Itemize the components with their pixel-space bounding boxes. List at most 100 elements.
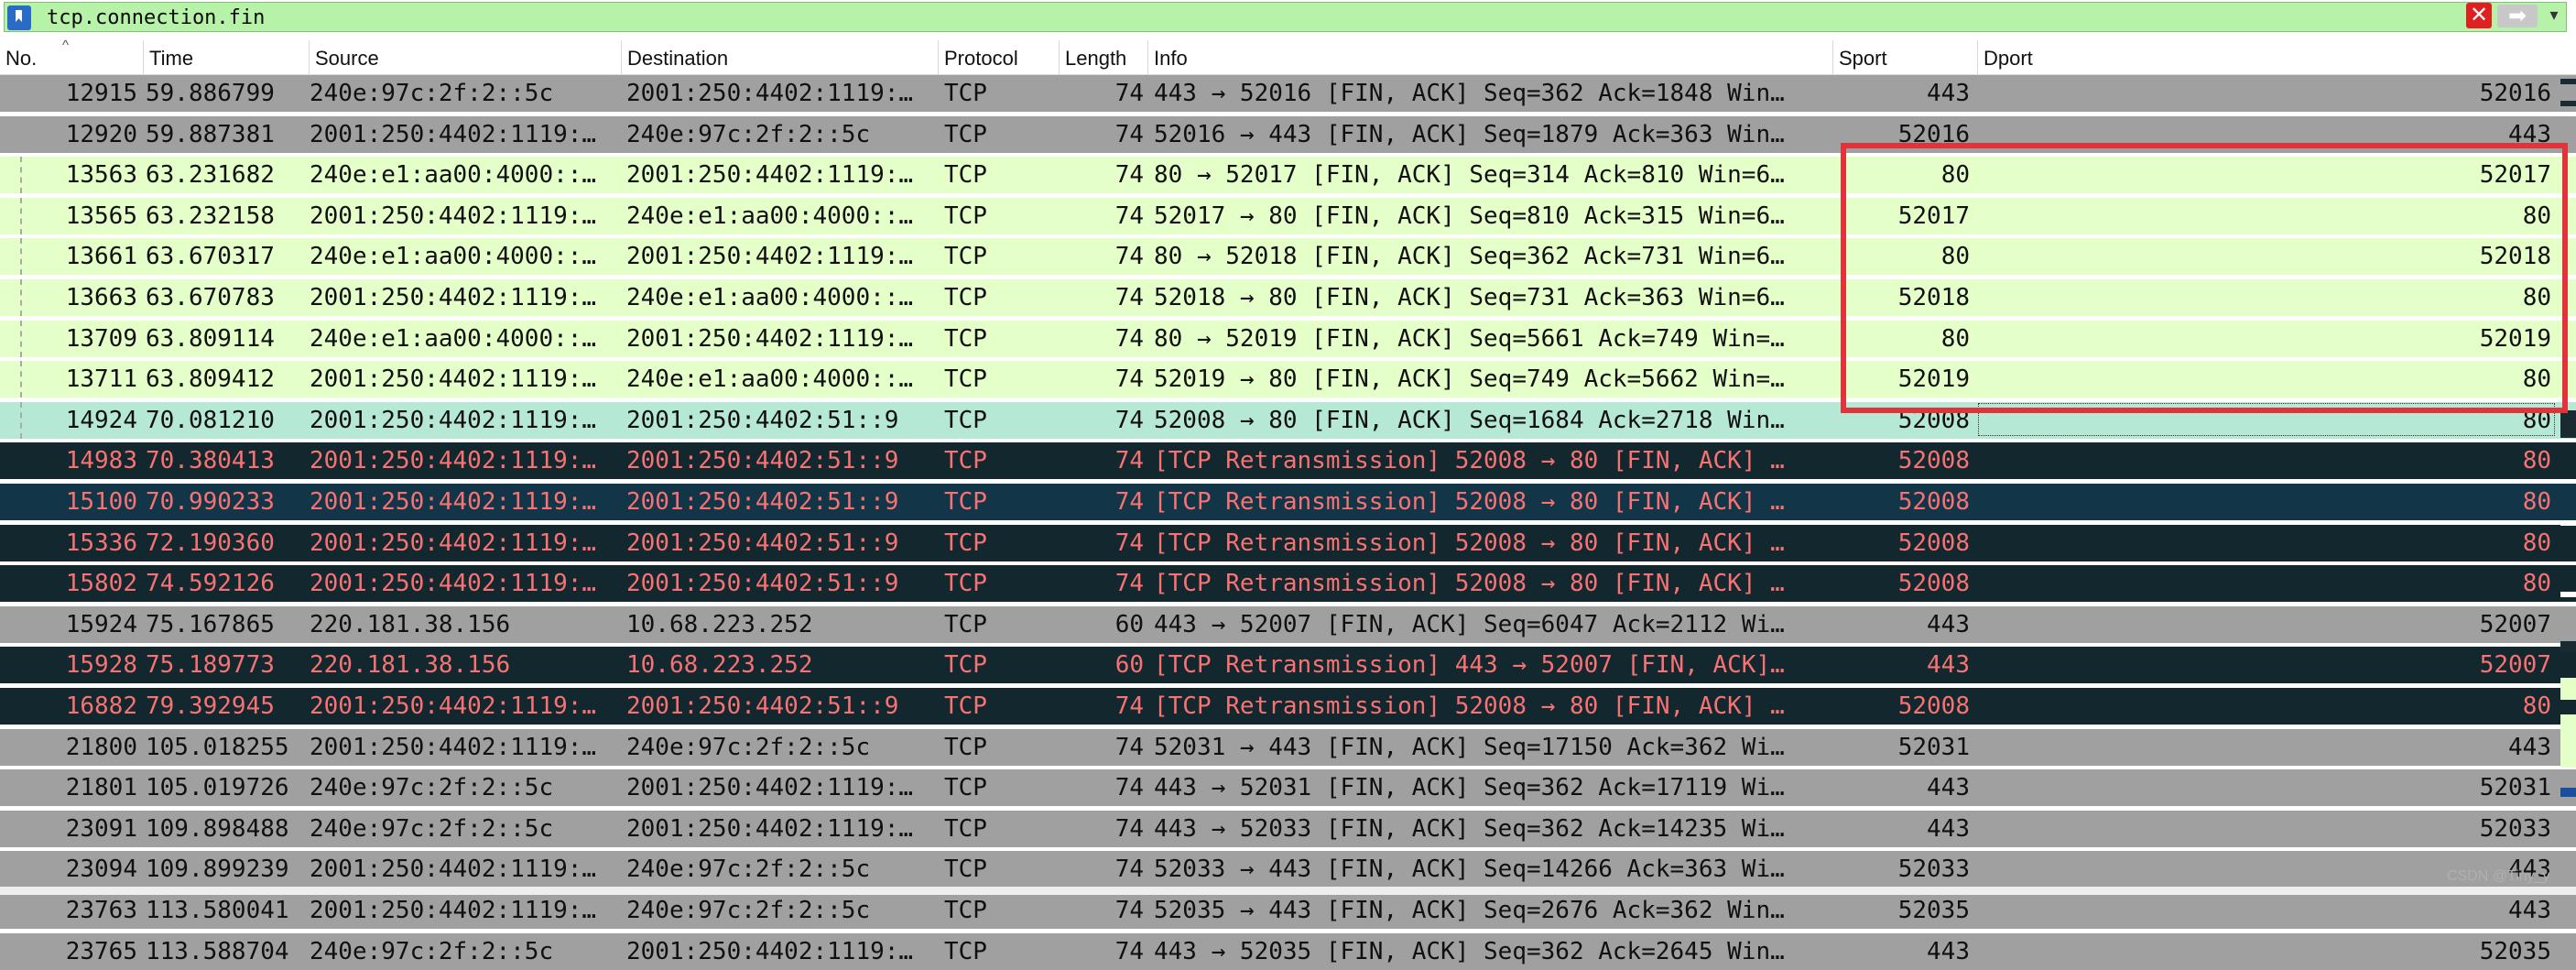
bookmark-icon[interactable]	[7, 5, 31, 30]
packet-info: 443 → 52031 [FIN, ACK] Seq=362 Ack=17119…	[1154, 774, 1785, 802]
column-header-length[interactable]: Length	[1060, 40, 1148, 75]
packet-number: 12920	[65, 120, 137, 148]
packet-list-header: No. ^ Time Source Destination Protocol L…	[0, 38, 2576, 75]
column-header-protocol[interactable]: Protocol	[939, 40, 1060, 75]
packet-dport: 80	[2522, 692, 2551, 720]
packet-number: 23765	[65, 937, 137, 965]
packet-source: 240e:97c:2f:2::5c	[310, 937, 554, 965]
packet-length: 74	[1114, 202, 1144, 230]
status-bar	[0, 887, 2576, 895]
packet-number: 15802	[65, 570, 137, 598]
packet-number: 15100	[65, 488, 137, 516]
column-header-sport[interactable]: Sport	[1833, 40, 1978, 75]
packet-length: 74	[1114, 365, 1144, 394]
packet-row[interactable]: 15924 75.167865 220.181.38.156 10.68.223.25…	[0, 605, 2576, 643]
packet-protocol: TCP	[944, 692, 987, 720]
packet-number: 13709	[65, 324, 137, 353]
packet-row[interactable]: 21801 105.019726 240e:97c:2f:2::5c 2001:250…	[0, 769, 2576, 807]
column-header-destination[interactable]: Destination	[622, 40, 939, 75]
display-filter-input[interactable]: tcp.connection.fin	[4, 2, 2567, 32]
packet-source: 240e:97c:2f:2::5c	[310, 814, 554, 843]
packet-number: 23763	[65, 897, 137, 924]
packet-row[interactable]: 23763 113.580041 2001:250:4402:1119:… 240e:…	[0, 892, 2576, 929]
packet-row[interactable]: 15336 72.190360 2001:250:4402:1119:… 2001:2…	[0, 524, 2576, 561]
packet-row[interactable]: 23094 109.899239 2001:250:4402:1119:… 240e:…	[0, 851, 2576, 888]
clear-filter-icon[interactable]: ✕	[2466, 3, 2492, 28]
packet-info: [TCP Retransmission] 52008 → 80 [FIN, AC…	[1154, 570, 1785, 598]
packet-number: 13563	[65, 161, 137, 190]
packet-number: 13663	[65, 284, 137, 311]
packet-number: 21800	[65, 733, 137, 761]
column-header-no[interactable]: No. ^	[0, 38, 144, 75]
packet-row[interactable]: 15928 75.189773 220.181.38.156 10.68.223.25…	[0, 647, 2576, 684]
packet-length: 74	[1114, 120, 1144, 148]
packet-length: 74	[1114, 529, 1144, 557]
apply-filter-arrow-icon[interactable]: ➡	[2497, 5, 2538, 27]
packet-number: 13565	[65, 202, 137, 230]
packet-length: 60	[1114, 651, 1144, 680]
packet-row[interactable]: 23765 113.588704 240e:97c:2f:2::5c 2001:250…	[0, 932, 2576, 970]
annotation-highlight-box	[1841, 143, 2568, 413]
packet-time: 63.231682	[146, 161, 275, 190]
packet-destination: 2001:250:4402:51::9	[626, 488, 899, 516]
packet-row[interactable]: 14983 70.380413 2001:250:4402:1119:… 2001:2…	[0, 442, 2576, 480]
packet-length: 74	[1114, 488, 1144, 516]
packet-length: 74	[1114, 814, 1144, 843]
column-header-info[interactable]: Info	[1148, 40, 1833, 75]
packet-dport: 52033	[2479, 814, 2551, 843]
column-header-dport[interactable]: Dport	[1978, 40, 2576, 75]
packet-source: 240e:e1:aa00:4000::…	[310, 243, 597, 271]
packet-row[interactable]: 21800 105.018255 2001:250:4402:1119:… 240e:…	[0, 728, 2576, 766]
packet-info: [TCP Retransmission] 52008 → 80 [FIN, AC…	[1154, 692, 1785, 720]
packet-length: 74	[1114, 324, 1144, 353]
packet-protocol: TCP	[944, 856, 987, 884]
packet-info: 52017 → 80 [FIN, ACK] Seq=810 Ack=315 Wi…	[1154, 202, 1785, 230]
packet-info: 443 → 52016 [FIN, ACK] Seq=362 Ack=1848 …	[1154, 80, 1785, 107]
packet-row[interactable]: 16882 79.392945 2001:250:4402:1119:… 2001:2…	[0, 688, 2576, 725]
packet-sport: 52008	[1897, 529, 1970, 557]
column-header-time[interactable]: Time	[144, 40, 310, 75]
packet-destination: 2001:250:4402:1119:…	[626, 161, 914, 190]
watermark: CSDN @Tiny_y	[2447, 868, 2550, 884]
packet-info: 52033 → 443 [FIN, ACK] Seq=14266 Ack=363…	[1154, 856, 1785, 884]
packet-source: 240e:e1:aa00:4000::…	[310, 324, 597, 353]
display-filter-text[interactable]: tcp.connection.fin	[47, 4, 265, 32]
packet-row[interactable]: 23091 109.898488 240e:97c:2f:2::5c 2001:250…	[0, 810, 2576, 847]
column-header-no-label: No.	[5, 47, 38, 70]
scrollbar-marker	[2560, 641, 2576, 652]
packet-info: 80 → 52017 [FIN, ACK] Seq=314 Ack=810 Wi…	[1154, 161, 1785, 190]
packet-length: 74	[1114, 856, 1144, 884]
packet-time: 72.190360	[146, 529, 275, 557]
packet-info: [TCP Retransmission] 52008 → 80 [FIN, AC…	[1154, 447, 1785, 475]
packet-row[interactable]: 15100 70.990233 2001:250:4402:1119:… 2001:2…	[0, 484, 2576, 520]
scrollbar-marker	[2560, 101, 2576, 106]
column-header-source[interactable]: Source	[310, 40, 622, 75]
packet-info: 52035 → 443 [FIN, ACK] Seq=2676 Ack=362 …	[1154, 897, 1785, 924]
packet-dport: 52007	[2479, 610, 2551, 638]
packet-row[interactable]: 12915 59.886799 240e:97c:2f:2::5c 2001:250:…	[0, 75, 2576, 112]
packet-number: 16882	[65, 692, 137, 720]
packet-protocol: TCP	[944, 161, 987, 190]
packet-protocol: TCP	[944, 447, 987, 475]
packet-protocol: TCP	[944, 80, 987, 107]
packet-destination: 240e:e1:aa00:4000::…	[626, 284, 914, 311]
packet-row[interactable]: 15802 74.592126 2001:250:4402:1119:… 2001:2…	[0, 565, 2576, 603]
packet-number: 12915	[65, 80, 137, 107]
packet-info: 443 → 52033 [FIN, ACK] Seq=362 Ack=14235…	[1154, 814, 1785, 843]
packet-sport: 52035	[1897, 897, 1970, 924]
packet-protocol: TCP	[944, 937, 987, 965]
packet-length: 74	[1114, 161, 1144, 190]
packet-info: 52019 → 80 [FIN, ACK] Seq=749 Ack=5662 W…	[1154, 365, 1785, 394]
packet-time: 63.670317	[146, 243, 275, 271]
packet-protocol: TCP	[944, 202, 987, 230]
packet-source: 2001:250:4402:1119:…	[310, 447, 597, 475]
packet-protocol: TCP	[944, 774, 987, 802]
sort-ascending-icon: ^	[62, 38, 70, 53]
filter-history-dropdown-icon[interactable]: ▾	[2545, 3, 2563, 27]
packet-sport: 52031	[1897, 733, 1970, 761]
packet-info: 52008 → 80 [FIN, ACK] Seq=1684 Ack=2718 …	[1154, 406, 1785, 434]
packet-sport: 52008	[1897, 447, 1970, 475]
packet-destination: 2001:250:4402:1119:…	[626, 80, 914, 107]
packet-length: 74	[1114, 897, 1144, 924]
packet-dport: 80	[2522, 447, 2551, 475]
